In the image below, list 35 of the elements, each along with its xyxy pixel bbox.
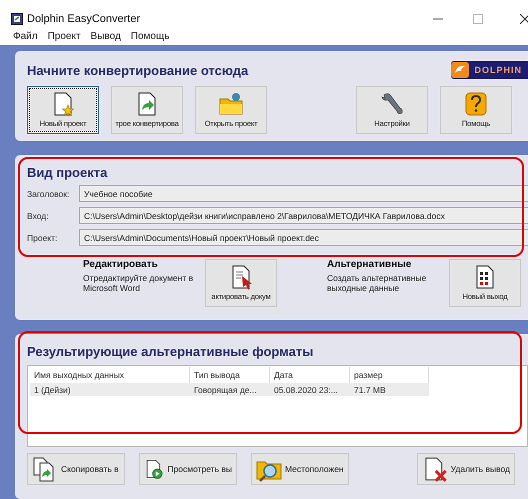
help-icon <box>463 91 489 117</box>
wrench-icon <box>379 91 405 117</box>
field-label: Вход: <box>27 210 50 220</box>
table-cell-text: 71.7 MB <box>353 384 387 394</box>
panel-title: Начните конвертирование отсюда <box>27 62 248 78</box>
menu-item[interactable]: Файл <box>13 30 38 42</box>
field-label: Заголовок: <box>27 188 70 198</box>
dolphin-icon <box>450 62 468 78</box>
close-icon[interactable] <box>520 14 528 24</box>
panel-title: Вид проекта <box>27 165 108 180</box>
table-cell-text: Говорящая де... <box>193 384 258 394</box>
text-field[interactable]: Учебное пособие <box>79 185 528 202</box>
action-description: Создать альтернативные выходные данные <box>327 273 428 293</box>
table-cell-text: 05.08.2020 23:... <box>273 384 339 394</box>
action-description: Отредактируйте документ в Microsoft Word <box>83 273 194 293</box>
dolphin-logo: DOLPHIN <box>450 61 528 79</box>
field-label: Проект: <box>27 232 58 242</box>
menu-item[interactable]: Помощь <box>130 30 170 42</box>
text-field[interactable]: C:\Users\Admin\Desktop\дейзи книги\исправлено 2\Гаврилова\МЕТОДИЧКА Гаврилова.docx <box>79 207 528 224</box>
output-button[interactable]: Местоположен <box>251 453 349 485</box>
menu-item[interactable]: Проект <box>48 30 81 42</box>
action-heading: Альтернативные <box>327 259 412 270</box>
table-row[interactable]: 1 (Дейзи) Говорящая де... 05.08.2020 23:... 71.7 MB <box>30 383 429 396</box>
output-button[interactable]: Просмотреть вы <box>139 453 237 485</box>
window-title: Dolphin EasyConverter <box>27 12 140 24</box>
text-field[interactable]: C:\Users\Admin\Documents\Новый проект\Новый проект.dec <box>79 229 528 246</box>
folder-icon <box>218 91 244 117</box>
menu-item[interactable]: Вывод <box>90 30 121 42</box>
app-icon <box>11 12 23 24</box>
output-button[interactable]: Удалить вывод <box>417 453 515 485</box>
output-button[interactable]: Скопировать в <box>27 453 125 485</box>
action-heading: Редактировать <box>83 259 159 270</box>
panel-title: Результирующие альтернативные форматы <box>27 344 314 359</box>
minimize-icon[interactable] <box>433 18 443 20</box>
table-cell-text: 1 (Дейзи) <box>33 384 72 394</box>
